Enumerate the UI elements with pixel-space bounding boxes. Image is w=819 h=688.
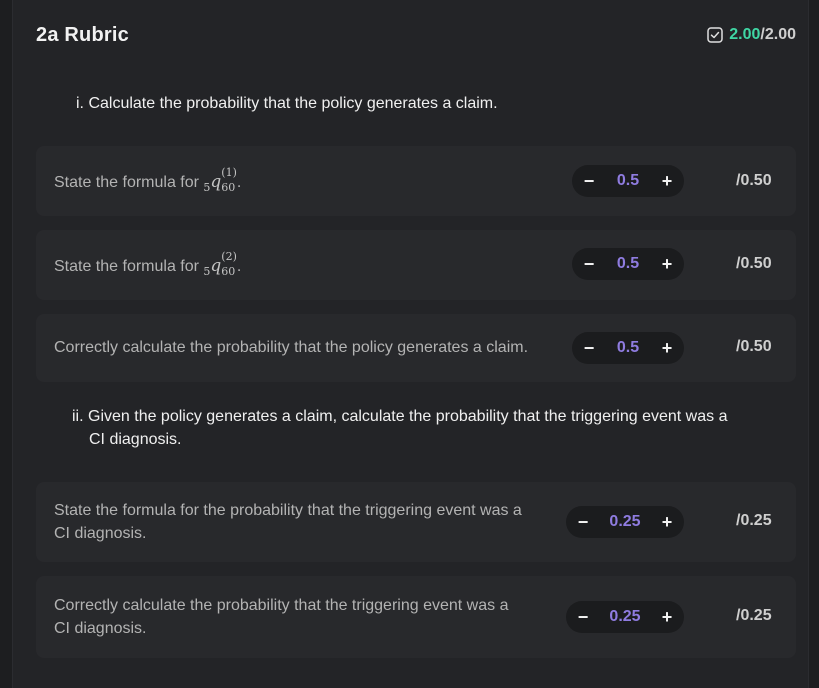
decrement-button[interactable]: −	[576, 608, 590, 626]
criterion-max: /0.50	[736, 255, 772, 272]
increment-button[interactable]: +	[660, 255, 674, 273]
question-i: i. Calculate the probability that the po…	[76, 95, 498, 112]
score-stepper: − 0.25 +	[566, 601, 684, 633]
score-value[interactable]: 0.25	[609, 513, 640, 531]
increment-button[interactable]: +	[660, 513, 674, 531]
decrement-button[interactable]: −	[582, 255, 596, 273]
score-stepper: − 0.5 +	[572, 332, 684, 364]
criterion-text: Correctly calculate the probability that…	[54, 597, 509, 637]
increment-button[interactable]: +	[660, 608, 674, 626]
criterion-row: State the formula for 5q60(2). − 0.5 + /…	[36, 230, 796, 300]
question-ii: ii. Given the policy generates a claim, …	[72, 408, 728, 448]
criterion-text: State the formula for the probability th…	[54, 502, 522, 542]
score-value[interactable]: 0.5	[617, 255, 639, 273]
score-stepper: − 0.5 +	[572, 248, 684, 280]
score-value[interactable]: 0.5	[617, 172, 639, 190]
increment-button[interactable]: +	[660, 339, 674, 357]
increment-button[interactable]: +	[660, 172, 674, 190]
score-stepper: − 0.25 +	[566, 506, 684, 538]
criterion-max: /0.50	[736, 172, 772, 189]
score-stepper: − 0.5 +	[572, 165, 684, 197]
score-value[interactable]: 0.25	[609, 608, 640, 626]
score-earned: 2.00	[729, 26, 761, 43]
criterion-row: State the formula for the probability th…	[36, 482, 796, 562]
math-formula: 5q60(2)	[203, 250, 237, 278]
decrement-button[interactable]: −	[576, 513, 590, 531]
criterion-text: State the formula for 5q60(2).	[54, 250, 242, 278]
rubric-title: 2a Rubric	[36, 24, 129, 46]
criterion-max: /0.25	[736, 607, 772, 624]
total-score: 2.00/2.00	[707, 26, 796, 44]
criterion-row: Correctly calculate the probability that…	[36, 314, 796, 382]
checkbox-check-icon	[707, 27, 724, 43]
criterion-text: Correctly calculate the probability that…	[54, 339, 529, 356]
decrement-button[interactable]: −	[582, 339, 596, 357]
criterion-row: State the formula for 5q60(1). − 0.5 + /…	[36, 146, 796, 216]
criterion-max: /0.25	[736, 512, 772, 529]
criterion-max: /0.50	[736, 338, 772, 355]
criterion-row: Correctly calculate the probability that…	[36, 576, 796, 658]
math-formula: 5q60(1)	[203, 166, 237, 194]
score-value[interactable]: 0.5	[617, 339, 639, 357]
decrement-button[interactable]: −	[582, 172, 596, 190]
score-max: /2.00	[760, 26, 796, 43]
criterion-text: State the formula for 5q60(1).	[54, 166, 242, 194]
rubric-header: 2a Rubric 2.00/2.00	[36, 24, 796, 50]
